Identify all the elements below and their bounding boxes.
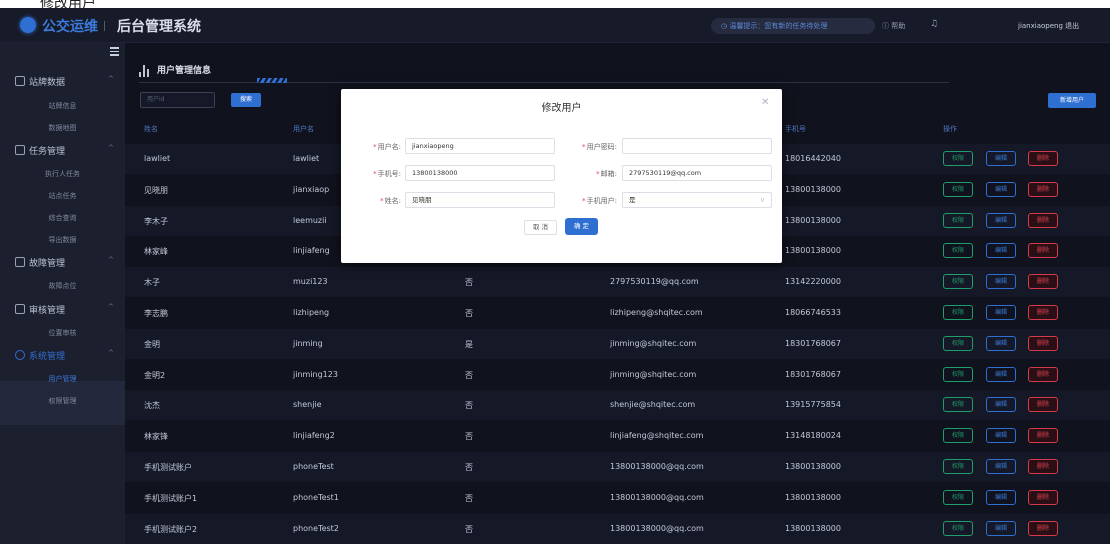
dialog-title: 修改用户 (541, 103, 582, 114)
confirm-button[interactable]: 确 定 (565, 218, 598, 235)
modal-overlay: 修改用户 ✕ *用户名: jianxiaopeng *用户密码: *手机号: 1… (0, 0, 1110, 544)
chevron-down-icon: ∨ (759, 196, 765, 204)
password-field[interactable] (622, 138, 772, 154)
close-icon[interactable]: ✕ (761, 97, 769, 108)
email-field[interactable]: 2797530119@qq.com (622, 165, 772, 181)
username-field[interactable]: jianxiaopeng (405, 138, 555, 154)
name-label: *姓名: (380, 197, 401, 205)
phone-user-select[interactable]: 是 ∨ (622, 192, 772, 208)
phone-field[interactable]: 13800138000 (405, 165, 555, 181)
cancel-button[interactable]: 取 消 (524, 220, 557, 235)
phone-user-value: 是 (629, 196, 636, 204)
phone-label: *手机号: (373, 170, 401, 178)
edit-user-dialog: 修改用户 ✕ *用户名: jianxiaopeng *用户密码: *手机号: 1… (341, 89, 782, 263)
phone-user-label: *手机用户: (582, 197, 617, 205)
username-label: *用户名: (373, 143, 401, 151)
email-label: *邮箱: (596, 170, 617, 178)
password-label: *用户密码: (582, 143, 617, 151)
name-field[interactable]: 见晓朋 (405, 192, 555, 208)
